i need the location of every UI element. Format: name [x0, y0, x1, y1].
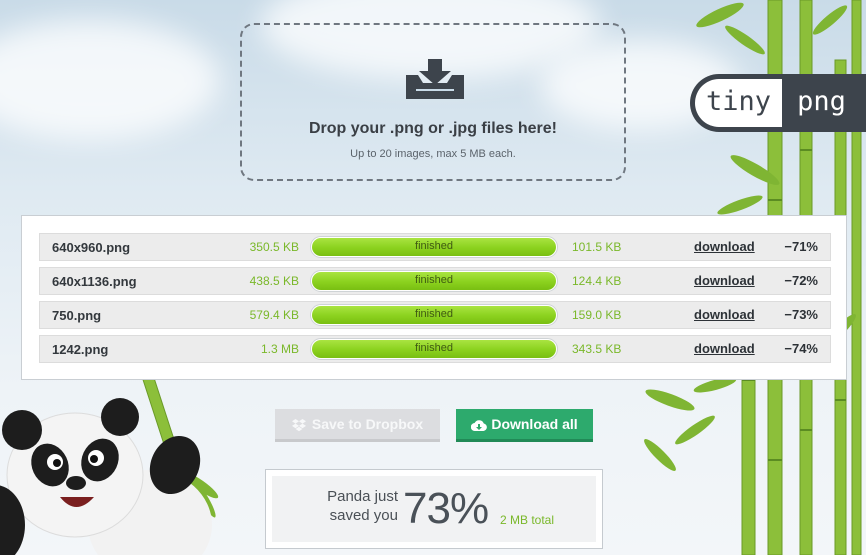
cloud-decoration [0, 20, 220, 140]
file-row: 1242.png 1.3 MB finished 343.5 KB downlo… [39, 335, 831, 363]
file-name: 640x1136.png [52, 274, 137, 289]
file-row: 640x1136.png 438.5 KB finished 124.4 KB … [39, 267, 831, 295]
file-name: 640x960.png [52, 240, 131, 255]
compressed-size: 159.0 KB [572, 308, 622, 322]
savings-summary: Panda just saved you 73% 2 MB total [265, 469, 603, 549]
download-link[interactable]: download [694, 239, 755, 254]
file-name: 750.png [52, 308, 102, 323]
original-size: 438.5 KB [249, 274, 299, 288]
savings-total-size: 2 MB total [500, 513, 555, 527]
results-panel: 640x960.png 350.5 KB finished 101.5 KB d… [21, 215, 847, 380]
savings-summary-inner: Panda just saved you 73% 2 MB total [272, 476, 596, 542]
cloud-download-icon [471, 420, 488, 431]
dropbox-icon [291, 418, 306, 432]
original-size: 350.5 KB [249, 240, 299, 254]
download-all-label: Download all [491, 416, 578, 432]
file-drop-zone[interactable]: Drop your .png or .jpg files here! Up to… [240, 23, 626, 181]
compressed-size: 124.4 KB [572, 274, 622, 288]
file-name: 1242.png [52, 342, 109, 357]
status-label: finished [415, 342, 453, 354]
save-to-dropbox-button[interactable]: Save to Dropbox [275, 409, 440, 442]
file-row: 640x960.png 350.5 KB finished 101.5 KB d… [39, 233, 831, 261]
tinypng-logo[interactable]: tiny png [690, 74, 866, 132]
download-tray-icon [406, 59, 464, 99]
logo-png-text: png [797, 86, 846, 117]
compressed-size: 343.5 KB [572, 342, 622, 356]
drop-zone-subtitle: Up to 20 images, max 5 MB each. [350, 148, 516, 160]
drop-zone-title: Drop your .png or .jpg files here! [308, 120, 557, 137]
savings-percent: −74% [784, 341, 818, 356]
status-label: finished [415, 274, 453, 286]
status-label: finished [415, 240, 453, 252]
download-link[interactable]: download [694, 273, 755, 288]
download-all-button[interactable]: Download all [456, 409, 593, 442]
progress-bar: finished [310, 270, 558, 292]
panda-mascot [0, 375, 219, 555]
savings-percent: −73% [784, 307, 818, 322]
savings-percent: −72% [784, 273, 818, 288]
download-link[interactable]: download [694, 341, 755, 356]
file-row: 750.png 579.4 KB finished 159.0 KB downl… [39, 301, 831, 329]
original-size: 1.3 MB [260, 342, 299, 356]
savings-label: Panda just saved you [327, 488, 398, 524]
dropbox-button-label: Save to Dropbox [311, 416, 424, 432]
progress-bar: finished [310, 236, 558, 258]
compressed-size: 101.5 KB [572, 240, 622, 254]
savings-percent-total: 73% [403, 484, 489, 533]
original-size: 579.4 KB [249, 308, 299, 322]
progress-bar: finished [310, 304, 558, 326]
status-label: finished [415, 308, 453, 320]
logo-tiny-text: tiny [695, 79, 782, 127]
savings-percent: −71% [784, 239, 818, 254]
progress-bar: finished [310, 338, 558, 360]
download-link[interactable]: download [694, 307, 755, 322]
